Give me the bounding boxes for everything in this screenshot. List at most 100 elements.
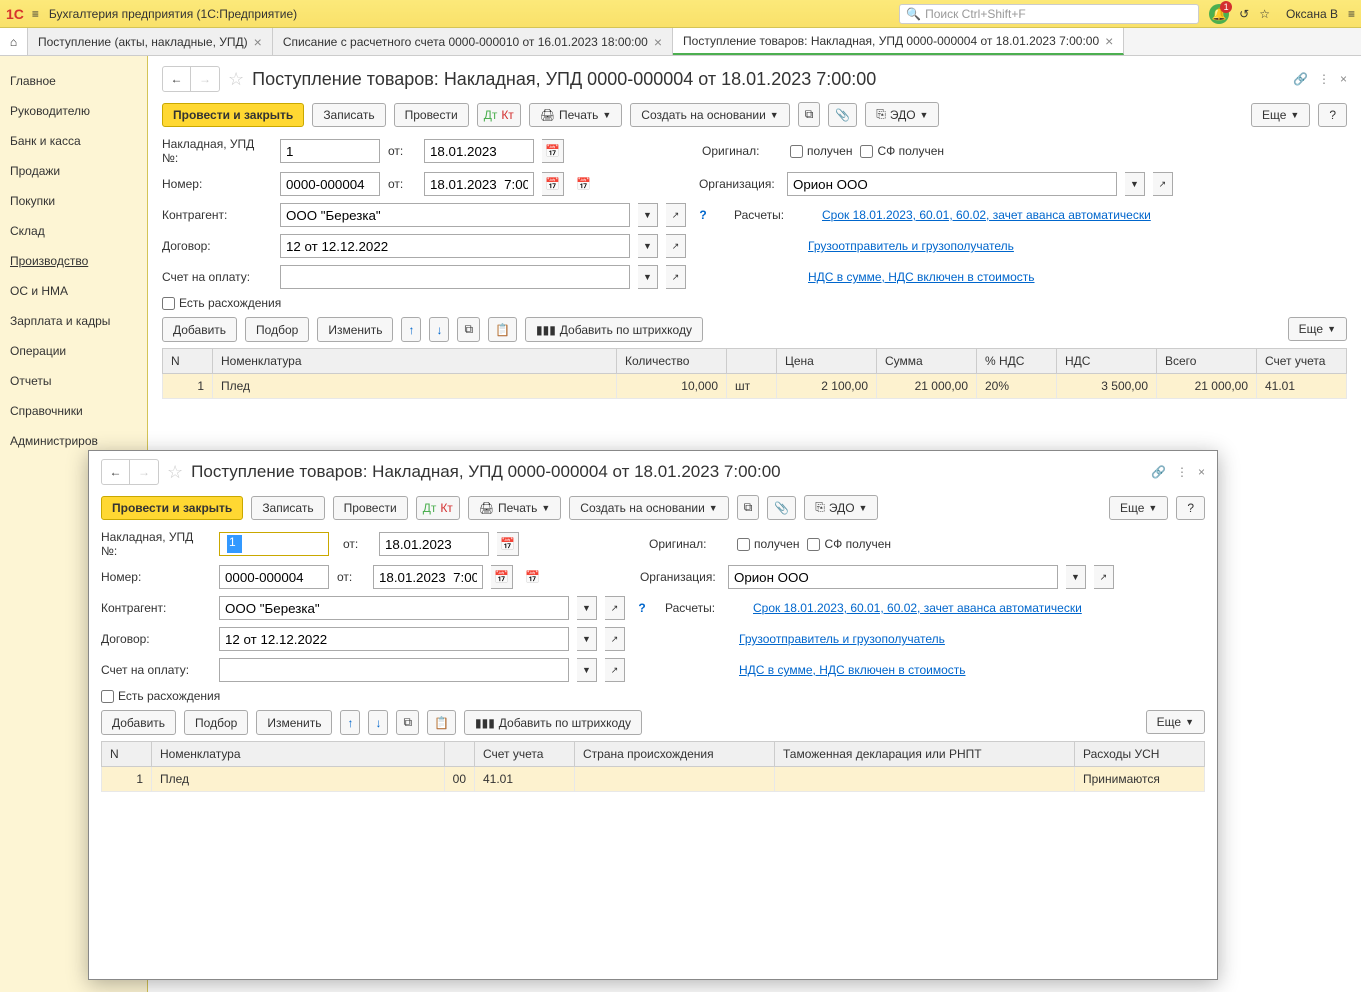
- global-search[interactable]: 🔍 Поиск Ctrl+Shift+F: [899, 4, 1199, 24]
- contractor-dropdown-icon[interactable]: ▼: [638, 203, 658, 227]
- cell-qty[interactable]: 10,000: [617, 374, 727, 399]
- shipper-link[interactable]: Грузоотправитель и грузополучатель: [808, 239, 1014, 253]
- copy-icon[interactable]: ⧉: [457, 317, 480, 342]
- ov-move-up-icon[interactable]: ↑: [340, 710, 360, 735]
- ov-col-country[interactable]: Страна происхождения: [575, 742, 775, 767]
- tab-1[interactable]: Списание с расчетного счета 0000-000010 …: [273, 28, 673, 55]
- overlay-attach-icon[interactable]: 📎: [767, 496, 796, 520]
- ov-bill-dropdown-icon[interactable]: ▼: [577, 658, 597, 682]
- tab-2[interactable]: Поступление товаров: Накладная, УПД 0000…: [673, 28, 1124, 55]
- ov-col-n[interactable]: N: [102, 742, 152, 767]
- ov-cell-n[interactable]: 1: [102, 767, 152, 792]
- ov-contractor-help-icon[interactable]: ?: [633, 601, 651, 615]
- save-button[interactable]: Записать: [312, 103, 385, 127]
- ov-bill-input[interactable]: [219, 658, 569, 682]
- ov-received-checkbox[interactable]: получен: [737, 537, 799, 551]
- cell-total[interactable]: 21 000,00: [1157, 374, 1257, 399]
- overlay-more-icon[interactable]: ⋮: [1176, 465, 1188, 479]
- ov-col-usn[interactable]: Расходы УСН: [1075, 742, 1205, 767]
- cell-vatpct[interactable]: 20%: [977, 374, 1057, 399]
- bill-open-icon[interactable]: ↗: [666, 265, 686, 289]
- cell-sum[interactable]: 21 000,00: [877, 374, 977, 399]
- dtkt-icon[interactable]: ДтКт: [477, 103, 521, 127]
- contractor-input[interactable]: [280, 203, 630, 227]
- received-checkbox[interactable]: получен: [790, 144, 852, 158]
- move-down-icon[interactable]: ↓: [429, 317, 449, 342]
- contractor-help-icon[interactable]: ?: [694, 208, 712, 222]
- overlay-forward-button[interactable]: →: [130, 460, 158, 484]
- edo-button[interactable]: ⎘ ЭДО ▼: [865, 102, 939, 127]
- col-item[interactable]: Номенклатура: [213, 349, 617, 374]
- overlay-structure-icon[interactable]: ⧉: [737, 495, 760, 520]
- overlay-dtkt-icon[interactable]: ДтКт: [416, 496, 460, 520]
- ov-cell-decl[interactable]: [775, 767, 1075, 792]
- ov-col-item[interactable]: Номенклатура: [152, 742, 445, 767]
- star-icon[interactable]: ☆: [1259, 7, 1270, 21]
- cell-unit[interactable]: шт: [727, 374, 777, 399]
- ov-discrepancy-checkbox[interactable]: Есть расхождения: [101, 689, 220, 703]
- ov-cell-country[interactable]: [575, 767, 775, 792]
- ov-sf-received-checkbox[interactable]: СФ получен: [807, 537, 891, 551]
- move-up-icon[interactable]: ↑: [401, 317, 421, 342]
- sidebar-item-production[interactable]: Производство: [0, 246, 147, 276]
- ov-col-acct[interactable]: Счет учета: [475, 742, 575, 767]
- overlay-edo-button[interactable]: ⎘ ЭДО ▼: [804, 495, 878, 520]
- calendar-add-icon[interactable]: 📅: [576, 177, 591, 191]
- settings-icon[interactable]: ≡: [1348, 7, 1355, 21]
- cell-vat[interactable]: 3 500,00: [1057, 374, 1157, 399]
- overlay-favorite-icon[interactable]: ☆: [167, 462, 183, 483]
- vat-link[interactable]: НДС в сумме, НДС включен в стоимость: [808, 270, 1035, 284]
- ov-contractor-dropdown-icon[interactable]: ▼: [577, 596, 597, 620]
- overlay-link-icon[interactable]: 🔗: [1151, 465, 1166, 479]
- org-input[interactable]: [787, 172, 1117, 196]
- cell-acct[interactable]: 41.01: [1257, 374, 1347, 399]
- ov-table-more-button[interactable]: Еще ▼: [1146, 710, 1205, 734]
- overlay-help-button[interactable]: ?: [1176, 496, 1205, 520]
- table-row[interactable]: 1 Плед 10,000 шт 2 100,00 21 000,00 20% …: [163, 374, 1347, 399]
- sidebar-item-bank[interactable]: Банк и касса: [0, 126, 147, 156]
- ov-contractor-open-icon[interactable]: ↗: [605, 596, 625, 620]
- sidebar-item-catalogs[interactable]: Справочники: [0, 396, 147, 426]
- ov-calendar-add-icon[interactable]: 📅: [525, 570, 540, 584]
- attach-icon[interactable]: 📎: [828, 103, 857, 127]
- overlay-save-button[interactable]: Записать: [251, 496, 324, 520]
- ov-move-down-icon[interactable]: ↓: [368, 710, 388, 735]
- ov-invoice-date-input[interactable]: [379, 532, 489, 556]
- more-button[interactable]: Еще ▼: [1251, 103, 1310, 127]
- ov-cell-item[interactable]: Плед: [152, 767, 445, 792]
- sidebar-item-sales[interactable]: Продажи: [0, 156, 147, 186]
- close-icon[interactable]: ×: [654, 34, 662, 50]
- bill-input[interactable]: [280, 265, 630, 289]
- ov-shipper-link[interactable]: Грузоотправитель и грузополучатель: [739, 632, 945, 646]
- col-sum[interactable]: Сумма: [877, 349, 977, 374]
- help-button[interactable]: ?: [1318, 103, 1347, 127]
- history-icon[interactable]: ↺: [1239, 7, 1249, 21]
- post-and-close-button[interactable]: Провести и закрыть: [162, 103, 304, 127]
- close-icon[interactable]: ×: [254, 34, 262, 50]
- ov-contract-open-icon[interactable]: ↗: [605, 627, 625, 651]
- overlay-more-button[interactable]: Еще ▼: [1109, 496, 1168, 520]
- col-vat[interactable]: НДС: [1057, 349, 1157, 374]
- cell-item[interactable]: Плед: [213, 374, 617, 399]
- datetime-picker-icon[interactable]: 📅: [542, 172, 564, 196]
- number-input[interactable]: [280, 172, 380, 196]
- ov-vat-link[interactable]: НДС в сумме, НДС включен в стоимость: [739, 663, 966, 677]
- contract-open-icon[interactable]: ↗: [666, 234, 686, 258]
- contract-input[interactable]: [280, 234, 630, 258]
- ov-org-input[interactable]: [728, 565, 1058, 589]
- date-picker-icon[interactable]: 📅: [542, 139, 564, 163]
- sidebar-item-purchases[interactable]: Покупки: [0, 186, 147, 216]
- paste-icon[interactable]: 📋: [488, 317, 517, 342]
- ov-datetime-picker-icon[interactable]: 📅: [491, 565, 513, 589]
- forward-button[interactable]: →: [191, 67, 219, 91]
- ov-contract-input[interactable]: [219, 627, 569, 651]
- overlay-create-based-button[interactable]: Создать на основании ▼: [569, 496, 728, 520]
- overlay-print-button[interactable]: 🖨 Печать ▼: [468, 496, 561, 520]
- sf-received-checkbox[interactable]: СФ получен: [860, 144, 944, 158]
- bill-dropdown-icon[interactable]: ▼: [638, 265, 658, 289]
- ov-copy-icon[interactable]: ⧉: [396, 710, 419, 735]
- more-icon[interactable]: ⋮: [1318, 72, 1330, 86]
- ov-paste-icon[interactable]: 📋: [427, 710, 456, 735]
- org-dropdown-icon[interactable]: ▼: [1125, 172, 1145, 196]
- ov-org-open-icon[interactable]: ↗: [1094, 565, 1114, 589]
